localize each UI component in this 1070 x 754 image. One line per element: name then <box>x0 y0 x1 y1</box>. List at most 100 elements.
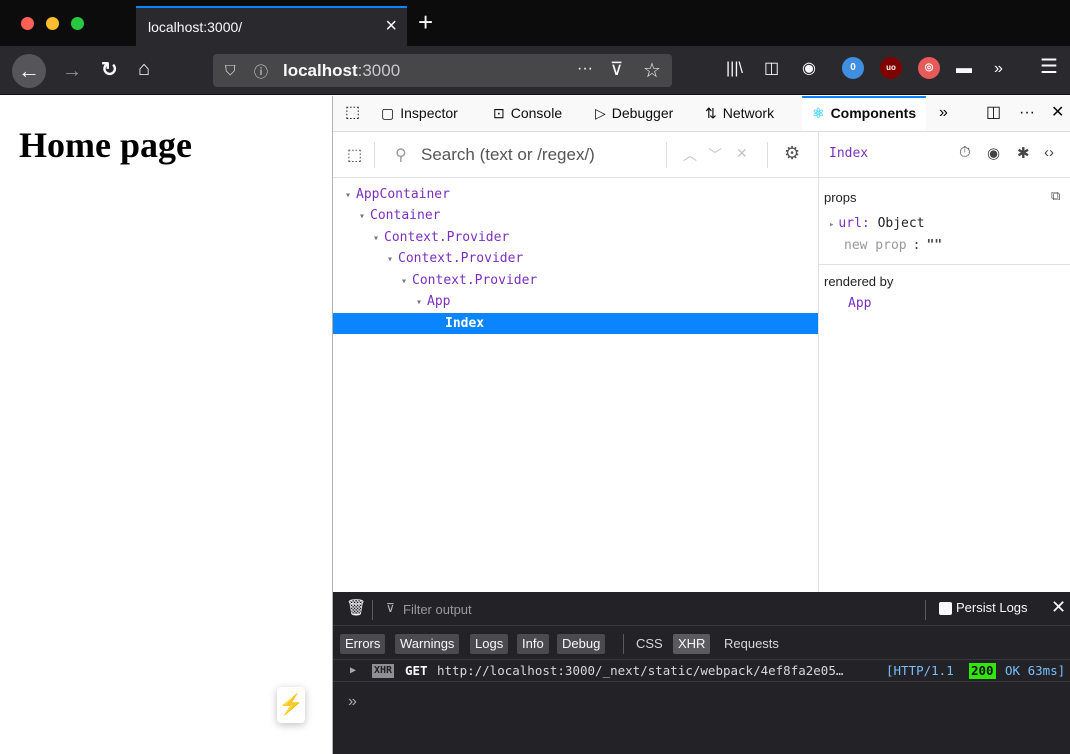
component-picker-icon[interactable]: ⬚ <box>347 145 362 165</box>
stopwatch-icon[interactable]: ⏱ <box>959 144 971 161</box>
search-input[interactable] <box>421 143 661 167</box>
close-icon[interactable]: ✕ <box>1051 597 1066 618</box>
tree-row[interactable]: ▾ Container <box>333 205 818 226</box>
prop-key: url: <box>838 216 870 231</box>
persist-logs-checkbox[interactable] <box>939 602 952 615</box>
new-prop-row[interactable]: new prop: "" <box>844 238 942 253</box>
chevron-down-icon[interactable]: ﹀ <box>708 145 722 165</box>
tree-row[interactable]: ▾ Context.Provider <box>333 248 818 269</box>
tree-row[interactable]: ▾ Context.Provider <box>333 227 818 248</box>
reload-button[interactable]: ↻ <box>101 60 118 80</box>
more-tabs-icon[interactable]: » <box>939 103 948 123</box>
console-prompt[interactable]: » <box>348 693 357 711</box>
extension-icon[interactable]: ▬ <box>956 59 972 79</box>
tab-components[interactable]: ⚛ Components <box>802 96 927 131</box>
filter-requests-button[interactable]: Requests <box>719 634 784 654</box>
gear-icon[interactable]: ⚙ <box>784 143 800 164</box>
window-maximize-button[interactable] <box>71 17 84 30</box>
window-close-button[interactable] <box>21 17 34 30</box>
site-info-icon[interactable]: ⓘ <box>254 62 268 82</box>
tree-row-label: Context.Provider <box>384 230 510 245</box>
devtools-close-icon[interactable]: ✕ <box>1051 103 1064 123</box>
console-log-entry[interactable]: ▶ XHR GET http://localhost:3000/_next/st… <box>333 659 1070 682</box>
tracking-shield-icon[interactable]: ⛉ <box>225 62 236 79</box>
tab-inspector[interactable]: ▢ Inspector <box>381 96 458 131</box>
caret-down-icon[interactable]: ▾ <box>401 276 407 287</box>
tree-row-label: AppContainer <box>356 187 450 202</box>
expand-arrow-icon[interactable]: ▶ <box>350 660 356 681</box>
divider <box>819 264 1070 265</box>
library-icon[interactable]: |||\ <box>726 59 743 79</box>
devtools-menu-icon[interactable]: ··· <box>1019 103 1035 123</box>
caret-down-icon[interactable]: ▾ <box>345 190 351 201</box>
caret-down-icon[interactable]: ▾ <box>359 211 365 222</box>
caret-down-icon[interactable]: ▾ <box>416 297 422 308</box>
onepassword-icon[interactable]: ◉ <box>802 59 816 79</box>
eye-icon[interactable]: ◉ <box>987 144 1000 162</box>
tree-row[interactable]: ▾ Context.Provider <box>333 270 818 291</box>
caret-down-icon[interactable]: ▾ <box>373 233 379 244</box>
tab-network[interactable]: ⇅ Network <box>705 96 774 131</box>
pocket-icon[interactable]: ⊽ <box>610 59 623 80</box>
tab-console[interactable]: ⊡ Console <box>493 96 562 131</box>
tree-row-label: Index <box>445 316 485 331</box>
devtools-toolbar: ⬚ ▢ Inspector ⊡ Console ▷ Debugger ⇅ Network… <box>333 96 1070 132</box>
forward-button[interactable]: → <box>62 61 82 81</box>
new-tab-button[interactable]: + <box>418 9 433 35</box>
tab-debugger[interactable]: ▷ Debugger <box>595 96 673 131</box>
url-bar[interactable]: ⛉ ⓘ localhost:3000 ··· ⊽ ☆ <box>213 54 672 87</box>
back-button[interactable]: ← <box>12 54 46 88</box>
tree-row[interactable]: ▾ AppContainer <box>333 184 818 205</box>
filter-errors-button[interactable]: Errors <box>340 634 386 654</box>
caret-right-icon[interactable]: ▸ <box>829 220 834 230</box>
request-url[interactable]: http://localhost:3000/_next/static/webpa… <box>437 660 843 681</box>
filter-warnings-button[interactable]: Warnings <box>395 634 460 654</box>
ublock-icon[interactable]: uo <box>880 57 902 79</box>
copy-icon[interactable]: ⧉ <box>1051 188 1060 204</box>
filter-info-button[interactable]: Info <box>517 634 549 654</box>
new-prop-value[interactable]: "" <box>926 238 942 253</box>
tab-components-label: Components <box>830 105 917 121</box>
bookmark-star-icon[interactable]: ☆ <box>643 58 661 83</box>
tree-row-selected[interactable]: Index <box>333 313 818 334</box>
tree-row-label: Container <box>370 208 441 223</box>
overflow-menu-icon[interactable]: » <box>994 59 1003 79</box>
element-picker-icon[interactable]: ⬚ <box>345 103 360 123</box>
trash-icon[interactable]: 🗑 <box>346 598 366 618</box>
tab-title: localhost:3000/ <box>148 19 243 35</box>
dock-icon[interactable]: ◫ <box>986 103 1001 123</box>
home-button[interactable]: ⌂ <box>138 59 150 79</box>
prop-row[interactable]: ▸ url: Object <box>829 216 925 231</box>
browser-tab[interactable]: localhost:3000/ × <box>136 6 407 46</box>
status-text: OK 63ms] <box>1005 663 1066 678</box>
persist-logs-label[interactable]: Persist Logs <box>956 600 1028 615</box>
page-actions-menu-icon[interactable]: ··· <box>577 60 593 78</box>
tree-row[interactable]: ▾ App <box>333 291 818 312</box>
hamburger-menu-icon[interactable]: ☰ <box>1040 57 1058 77</box>
components-search-bar: ⬚ ⚲ ︿ ﹀ ✕ ⚙ <box>333 132 818 178</box>
filter-css-button[interactable]: CSS <box>631 634 668 654</box>
view-source-icon[interactable]: ‹› <box>1044 144 1054 161</box>
rendered-by-link[interactable]: App <box>848 296 871 311</box>
clear-search-icon[interactable]: ✕ <box>736 145 748 162</box>
status-badge: 200 <box>969 663 996 679</box>
new-prop-input[interactable]: new prop <box>844 238 907 253</box>
filter-debug-button[interactable]: Debug <box>557 634 606 654</box>
url-text[interactable]: localhost:3000 <box>283 61 400 81</box>
tab-close-icon[interactable]: × <box>385 15 397 37</box>
details-header: Index ⏱ ◉ ✱ ‹› <box>819 132 1070 178</box>
tree-row-label: Context.Provider <box>412 273 538 288</box>
sidebar-icon[interactable]: ◫ <box>764 59 779 79</box>
url-host: localhost <box>283 61 358 80</box>
shield-extension-icon[interactable]: ◎ <box>918 57 940 79</box>
filter-logs-button[interactable]: Logs <box>470 634 509 654</box>
lightning-bolt-icon[interactable]: ⚡ <box>277 687 305 723</box>
bug-icon[interactable]: ✱ <box>1017 144 1030 162</box>
window-minimize-button[interactable] <box>46 17 59 30</box>
filter-xhr-button[interactable]: XHR <box>673 634 711 654</box>
filter-output-input[interactable] <box>403 599 603 619</box>
privacy-badger-icon[interactable]: 0 <box>842 57 864 79</box>
chevron-up-icon[interactable]: ︿ <box>683 145 697 165</box>
debugger-icon: ▷ <box>595 105 606 121</box>
caret-down-icon[interactable]: ▾ <box>387 254 393 265</box>
